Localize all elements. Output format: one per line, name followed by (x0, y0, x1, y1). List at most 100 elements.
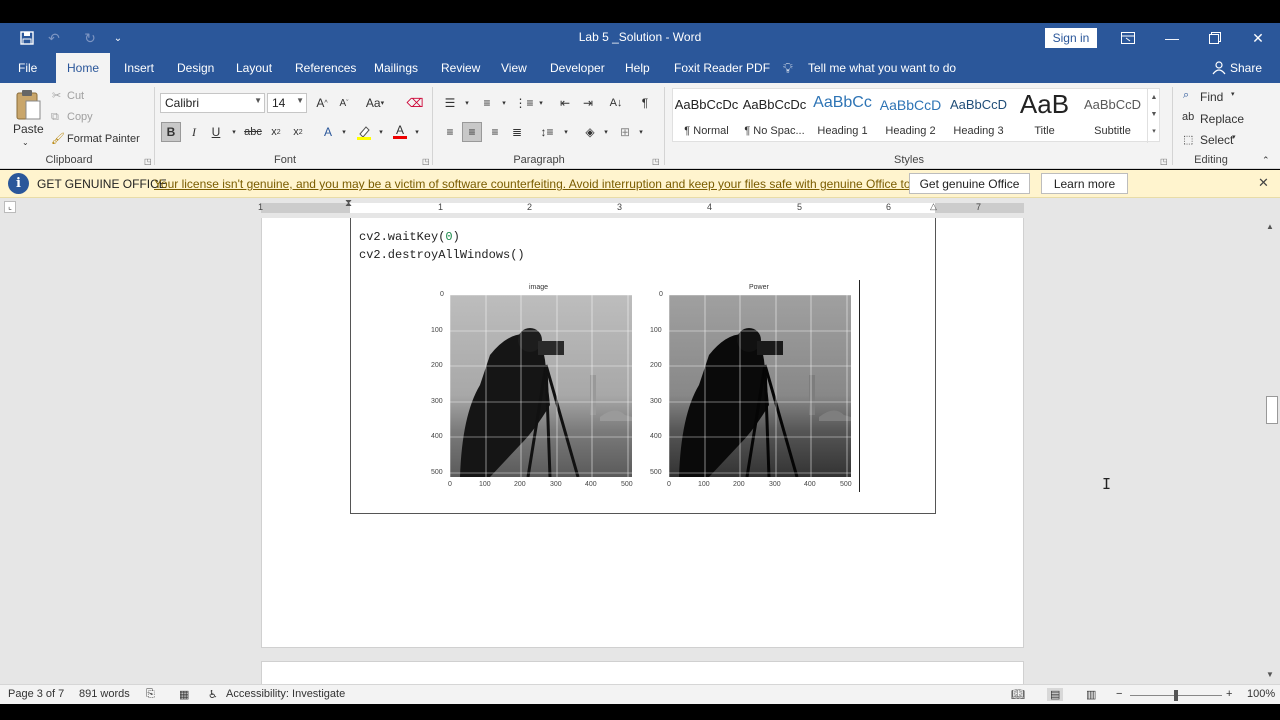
bullets-dropdown-icon[interactable]: ▾ (457, 93, 477, 113)
accessibility-status[interactable]: Accessibility: Investigate (226, 688, 345, 700)
italic-button[interactable]: I (184, 122, 204, 142)
customize-quick-access-icon[interactable]: ⌄ (102, 23, 134, 53)
clipboard-launcher-icon[interactable]: ◳ (144, 157, 152, 166)
decrease-indent-icon[interactable]: ⇤ (555, 93, 575, 113)
find-dropdown-icon[interactable]: ▾ (1231, 90, 1235, 98)
subscript-button[interactable]: x2 (266, 122, 286, 142)
underline-dropdown-icon[interactable]: ▾ (224, 122, 244, 142)
paragraph-launcher-icon[interactable]: ◳ (652, 157, 660, 166)
grow-font-icon[interactable]: A ^ (312, 93, 332, 113)
superscript-button[interactable]: x2 (288, 122, 308, 142)
restore-icon[interactable] (1193, 23, 1237, 53)
minimize-icon[interactable]: — (1150, 23, 1194, 53)
strikethrough-button[interactable]: abc (243, 122, 263, 142)
share-button[interactable]: Share (1230, 53, 1262, 83)
select-dropdown-icon[interactable]: ▾ (1232, 133, 1236, 141)
line-spacing-dropdown-icon[interactable]: ▾ (556, 122, 576, 142)
style-heading-3[interactable]: AaBbCcD Heading 3 (945, 89, 1012, 143)
styles-scroll-icon[interactable]: ▲ ▼ ▾ (1147, 89, 1160, 143)
table-cell[interactable]: cv2.waitKey(0) cv2.destroyAllWindows() i… (350, 218, 936, 514)
paste-button[interactable]: Paste (13, 122, 44, 136)
align-left-icon[interactable]: ≡ (440, 122, 460, 142)
justify-icon[interactable]: ≣ (507, 122, 527, 142)
zoom-level[interactable]: 100% (1247, 688, 1275, 700)
tab-references[interactable]: References (295, 53, 356, 83)
align-center-icon[interactable]: ≡ (462, 122, 482, 142)
numbering-dropdown-icon[interactable]: ▾ (494, 93, 514, 113)
tab-foxit-reader-pdf[interactable]: Foxit Reader PDF (674, 53, 770, 83)
page[interactable] (261, 661, 1024, 684)
multilevel-dropdown-icon[interactable]: ▾ (531, 93, 551, 113)
collapse-ribbon-icon[interactable]: ⌃ (1262, 155, 1270, 166)
share-person-icon[interactable] (1212, 53, 1226, 83)
copy-button[interactable]: Copy (67, 111, 93, 123)
zoom-in-icon[interactable]: + (1226, 688, 1232, 700)
show-formatting-marks-icon[interactable]: ¶ (635, 93, 655, 113)
styles-launcher-icon[interactable]: ◳ (1160, 157, 1168, 166)
font-size-combo[interactable]: 14 ▼ (267, 93, 307, 113)
replace-button[interactable]: Replace (1200, 112, 1244, 126)
learn-more-button[interactable]: Learn more (1041, 173, 1128, 194)
zoom-out-icon[interactable]: − (1116, 688, 1122, 700)
underline-button[interactable]: U (206, 122, 226, 142)
font-launcher-icon[interactable]: ◳ (422, 157, 430, 166)
cut-button[interactable]: Cut (67, 90, 84, 102)
tab-review[interactable]: Review (441, 53, 480, 83)
tab-view[interactable]: View (501, 53, 527, 83)
page[interactable]: cv2.waitKey(0) cv2.destroyAllWindows() i… (261, 218, 1024, 648)
word-count[interactable]: 891 words (79, 688, 130, 700)
scrollbar-thumb[interactable] (1266, 396, 1278, 424)
paste-icon[interactable] (14, 89, 42, 124)
read-mode-icon[interactable]: 📖︎ (1011, 688, 1025, 701)
page-count[interactable]: Page 3 of 7 (8, 688, 64, 700)
change-case-icon[interactable]: Aa ▾ (362, 93, 388, 113)
style-normal[interactable]: AaBbCcDc ¶ Normal (673, 89, 740, 143)
shrink-font-icon[interactable]: Aˇ (334, 93, 354, 113)
format-painter-button[interactable]: Format Painter (67, 133, 140, 145)
font-color-dropdown-icon[interactable]: ▾ (407, 122, 427, 142)
document-area[interactable]: ⌞ 1 1 2 3 4 5 6 7 ⧗ △ cv2.waitKey(0) cv2… (0, 198, 1280, 684)
line-spacing-icon[interactable]: ↕≡ (537, 122, 557, 142)
increase-indent-icon[interactable]: ⇥ (578, 93, 598, 113)
clear-formatting-icon[interactable]: ⌫ (405, 93, 425, 113)
tell-me-search[interactable]: Tell me what you want to do (808, 53, 956, 83)
bold-button[interactable]: B (161, 122, 181, 142)
style-title[interactable]: AaB Title (1011, 89, 1078, 143)
tab-home[interactable]: Home (56, 53, 111, 83)
macro-icon[interactable]: ▦ (179, 688, 189, 701)
scroll-down-icon[interactable]: ▼ (1266, 670, 1274, 679)
paste-dropdown-icon[interactable]: ⌄ (22, 138, 29, 147)
tab-selector[interactable]: ⌞ (4, 201, 16, 213)
find-button[interactable]: Find (1200, 90, 1223, 104)
tab-mailings[interactable]: Mailings (374, 53, 418, 83)
scroll-up-icon[interactable]: ▲ (1266, 222, 1274, 231)
tab-help[interactable]: Help (625, 53, 650, 83)
undo-icon[interactable]: ↶ (38, 23, 70, 53)
highlight-dropdown-icon[interactable]: ▾ (371, 122, 391, 142)
tab-insert[interactable]: Insert (124, 53, 154, 83)
style-heading-1[interactable]: AaBbCc Heading 1 (809, 89, 876, 143)
close-icon[interactable]: ✕ (1236, 23, 1280, 53)
select-button[interactable]: Select (1200, 133, 1233, 147)
web-layout-icon[interactable]: ▥ (1086, 688, 1096, 701)
tab-file[interactable]: File (18, 53, 37, 83)
horizontal-ruler[interactable]: 1 1 2 3 4 5 6 7 ⧗ △ (258, 198, 1024, 213)
output-figure-image[interactable]: image 0 100 200 300 400 500 0 100 200 30… (420, 280, 860, 494)
style-heading-2[interactable]: AaBbCcD Heading 2 (877, 89, 944, 143)
close-message-icon[interactable]: ✕ (1258, 175, 1269, 191)
tab-layout[interactable]: Layout (236, 53, 272, 83)
align-right-icon[interactable]: ≡ (485, 122, 505, 142)
tab-developer[interactable]: Developer (550, 53, 605, 83)
zoom-slider-thumb[interactable] (1174, 690, 1178, 701)
style-subtitle[interactable]: AaBbCcD Subtitle (1079, 89, 1146, 143)
ribbon-display-options-icon[interactable] (1106, 23, 1150, 53)
sign-in-button[interactable]: Sign in (1045, 28, 1097, 48)
vertical-scrollbar[interactable]: ▲ ▼ (1262, 218, 1280, 684)
font-name-combo[interactable]: Calibri ▼ (160, 93, 265, 113)
text-effects-dropdown-icon[interactable]: ▾ (334, 122, 354, 142)
message-link[interactable]: Your license isn't genuine, and you may … (154, 177, 932, 191)
proofing-icon[interactable]: ⎘ (146, 688, 155, 701)
tab-design[interactable]: Design (177, 53, 214, 83)
get-genuine-office-button[interactable]: Get genuine Office (909, 173, 1030, 194)
accessibility-icon[interactable]: ♿︎ (208, 688, 218, 701)
